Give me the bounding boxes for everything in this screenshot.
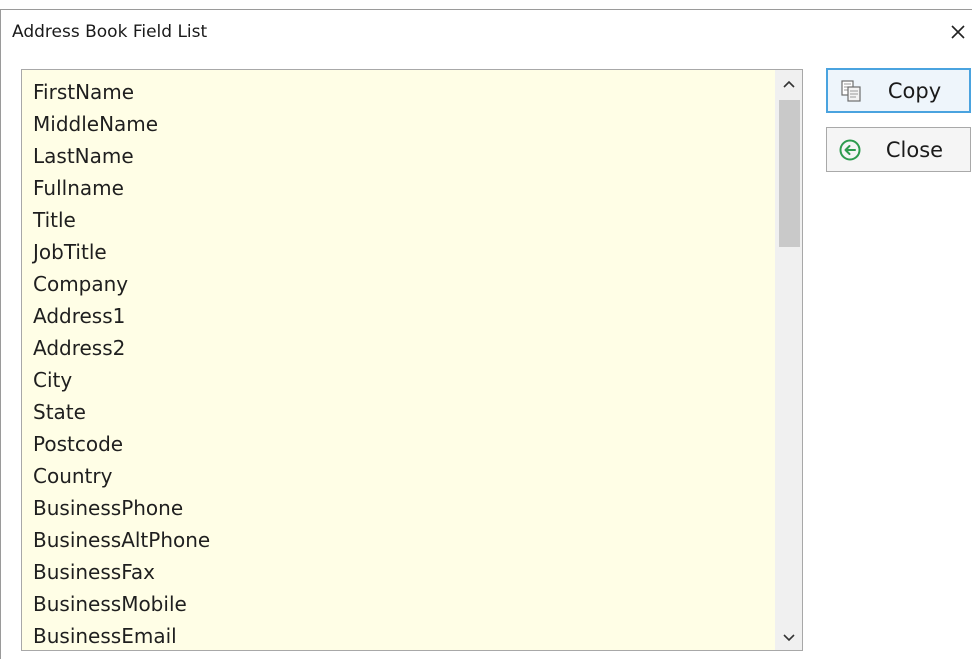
copy-icon — [836, 76, 866, 106]
list-item[interactable]: Company — [22, 268, 774, 300]
window-left-border — [0, 9, 1, 659]
window-title: Address Book Field List — [12, 22, 208, 42]
close-button-label: Close — [885, 137, 944, 162]
list-item[interactable]: BusinessFax — [22, 556, 774, 588]
title-bar: Address Book Field List — [0, 10, 972, 54]
vertical-scrollbar[interactable] — [775, 70, 802, 650]
list-item[interactable]: BusinessMobile — [22, 588, 774, 620]
field-list-box[interactable]: FirstName MiddleName LastName Fullname T… — [21, 69, 803, 651]
list-item[interactable]: MiddleName — [22, 108, 774, 140]
list-item[interactable]: Address1 — [22, 300, 774, 332]
list-item[interactable]: LastName — [22, 140, 774, 172]
scroll-down-icon[interactable] — [775, 624, 802, 650]
close-button[interactable]: Close — [826, 127, 971, 172]
close-window-icon[interactable] — [946, 20, 970, 44]
list-item[interactable]: JobTitle — [22, 236, 774, 268]
list-item[interactable]: BusinessEmail — [22, 620, 774, 650]
scroll-up-icon[interactable] — [775, 72, 802, 98]
list-item[interactable]: BusinessAltPhone — [22, 524, 774, 556]
list-item[interactable]: Address2 — [22, 332, 774, 364]
list-item[interactable]: Fullname — [22, 172, 774, 204]
list-item[interactable]: BusinessPhone — [22, 492, 774, 524]
list-item[interactable]: FirstName — [22, 76, 774, 108]
field-list: FirstName MiddleName LastName Fullname T… — [22, 76, 774, 650]
list-item[interactable]: State — [22, 396, 774, 428]
list-item[interactable]: City — [22, 364, 774, 396]
list-item[interactable]: Postcode — [22, 428, 774, 460]
scroll-thumb[interactable] — [779, 100, 800, 247]
list-item[interactable]: Country — [22, 460, 774, 492]
back-arrow-circle-icon — [835, 135, 865, 165]
copy-button[interactable]: Copy — [826, 68, 971, 113]
list-item[interactable]: Title — [22, 204, 774, 236]
copy-button-label: Copy — [887, 78, 942, 103]
